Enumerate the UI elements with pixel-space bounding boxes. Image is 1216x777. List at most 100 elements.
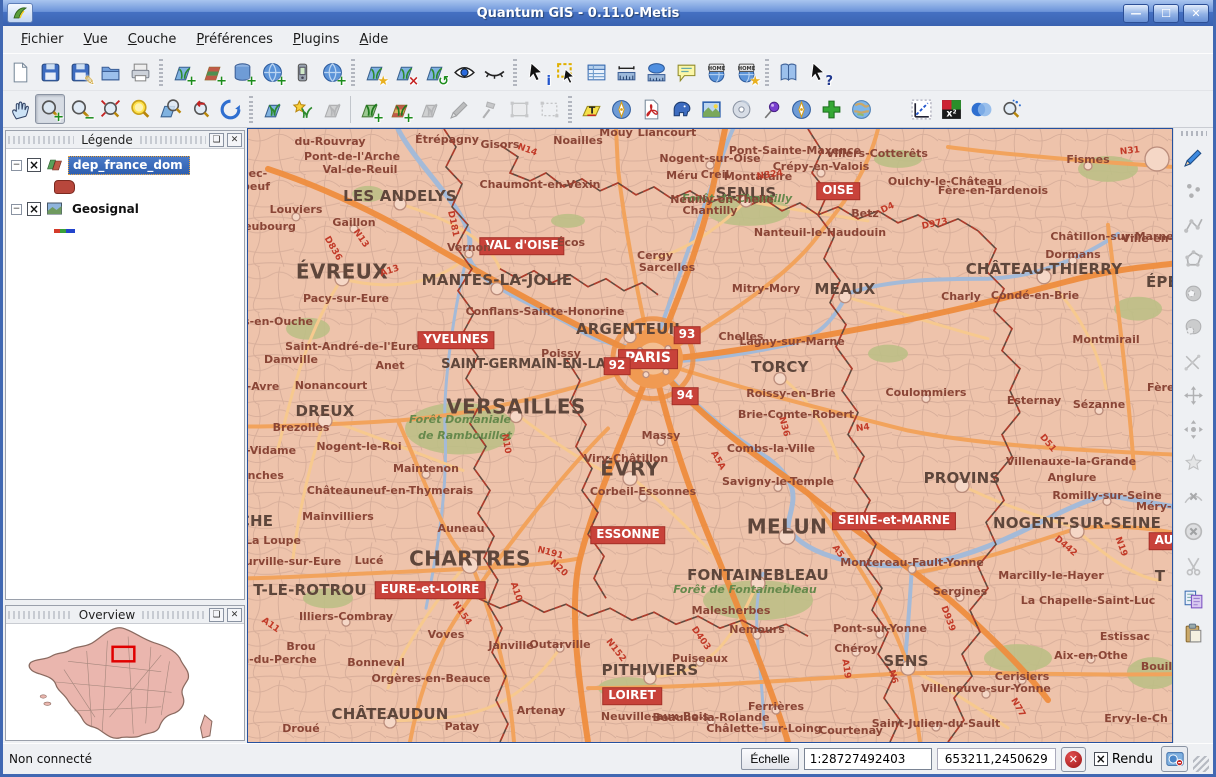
render-checkbox[interactable]: × Rendu xyxy=(1091,752,1156,767)
stop-render-button[interactable]: ✕ xyxy=(1061,747,1086,772)
add-wms-layer-button[interactable]: + xyxy=(257,57,287,87)
layer-name[interactable]: Geosignal xyxy=(68,201,145,218)
capture-point-button[interactable] xyxy=(1179,177,1209,206)
overview-title-bar[interactable]: Overview ❏ ✕ xyxy=(6,606,244,624)
hide-all-layers-button[interactable] xyxy=(479,57,509,87)
grass-edit-layer-button[interactable] xyxy=(444,94,474,124)
save-project-as-button[interactable]: ✎ xyxy=(65,57,95,87)
menu-vue[interactable]: Vue xyxy=(74,27,118,52)
plugin-graph-button[interactable] xyxy=(906,94,936,124)
toggle-editing-button[interactable] xyxy=(1179,143,1209,172)
grass-add-vector-layer-button[interactable]: + xyxy=(354,94,384,124)
capture-polygon-button[interactable] xyxy=(1179,245,1209,274)
delete-selected-button[interactable] xyxy=(1179,517,1209,546)
plugin-add-layer-button[interactable] xyxy=(816,94,846,124)
tree-expander-icon[interactable]: − xyxy=(11,160,22,171)
layer-checkbox[interactable]: × xyxy=(27,158,41,172)
plugin-label-tool-button[interactable]: T xyxy=(576,94,606,124)
add-wfs-layer-button[interactable]: + xyxy=(317,57,347,87)
plugin-image-export-button[interactable] xyxy=(696,94,726,124)
raster-calculator-button[interactable]: x² xyxy=(936,94,966,124)
menu-couche[interactable]: Couche xyxy=(118,27,187,52)
add-ring-button[interactable] xyxy=(1179,279,1209,308)
split-features-button[interactable] xyxy=(1179,347,1209,376)
plugin-zoom-sparkle-button[interactable] xyxy=(996,94,1026,124)
cut-features-button[interactable] xyxy=(1179,551,1209,580)
menu-plugins[interactable]: Plugins xyxy=(283,27,350,52)
legend-layer-geosignal[interactable]: −× Geosignal xyxy=(8,197,242,221)
zoom-full-extent-button[interactable] xyxy=(95,94,125,124)
legend-title-bar[interactable]: Légende ❏ ✕ xyxy=(6,131,244,149)
grass-edit-region-button[interactable] xyxy=(474,94,504,124)
overview-drag-handle[interactable] xyxy=(8,611,72,619)
maximize-button[interactable]: ☐ xyxy=(1153,4,1179,23)
tree-expander-icon[interactable]: − xyxy=(11,204,22,215)
delete-vertex-button[interactable] xyxy=(1179,483,1209,512)
plugin-mapserver-export-button[interactable] xyxy=(666,94,696,124)
refresh-map-button[interactable] xyxy=(215,94,245,124)
show-all-layers-button[interactable] xyxy=(449,57,479,87)
overview-float-button[interactable]: ❏ xyxy=(209,608,224,622)
whats-this-button[interactable]: ? xyxy=(803,57,833,87)
layer-checkbox[interactable]: × xyxy=(27,202,41,216)
zoom-last-button[interactable] xyxy=(185,94,215,124)
right-toolbar-grip[interactable] xyxy=(1181,131,1207,136)
legend-float-button[interactable]: ❏ xyxy=(209,133,224,147)
add-to-overview-button[interactable]: ↺ xyxy=(419,57,449,87)
help-contents-button[interactable] xyxy=(773,57,803,87)
grass-add-raster-layer-button[interactable]: + xyxy=(384,94,414,124)
plugin-quick-print-pdf-button[interactable] xyxy=(636,94,666,124)
plugin-globe-button[interactable] xyxy=(846,94,876,124)
new-bookmark-button[interactable]: HOME★ xyxy=(731,57,761,87)
capture-line-button[interactable] xyxy=(1179,211,1209,240)
zoom-out-button[interactable]: − xyxy=(65,94,95,124)
open-attribute-table-button[interactable] xyxy=(581,57,611,87)
select-features-button[interactable] xyxy=(551,57,581,87)
zoom-to-selection-button[interactable] xyxy=(125,94,155,124)
close-button[interactable]: ✕ xyxy=(1183,4,1209,23)
zoom-to-layer-button[interactable] xyxy=(155,94,185,124)
title-bar[interactable]: Quantum GIS - 0.11.0-Metis — ☐ ✕ xyxy=(3,0,1213,26)
map-tips-button[interactable] xyxy=(671,57,701,87)
identify-features-button[interactable]: i xyxy=(521,57,551,87)
grass-open-tools-button[interactable] xyxy=(414,94,444,124)
open-project-button[interactable] xyxy=(95,57,125,87)
resize-grip[interactable] xyxy=(1193,756,1209,772)
overview-drag-handle-2[interactable] xyxy=(142,611,206,619)
remove-layer-button[interactable]: × xyxy=(389,57,419,87)
paste-features-button[interactable] xyxy=(1179,619,1209,648)
scale-button[interactable]: Échelle xyxy=(741,748,798,770)
legend-layer-dep-france-dom[interactable]: −× dep_france_dom xyxy=(8,153,242,177)
save-project-button[interactable] xyxy=(35,57,65,87)
add-island-button[interactable] xyxy=(1179,313,1209,342)
menu-pr-f-rences[interactable]: Préférences xyxy=(186,27,282,52)
add-vector-layer-button[interactable]: + xyxy=(167,57,197,87)
grass-region-edit-box-button[interactable] xyxy=(534,94,564,124)
legend-close-button[interactable]: ✕ xyxy=(227,133,242,147)
layer-name[interactable]: dep_france_dom xyxy=(68,156,190,175)
add-vertex-button[interactable] xyxy=(1179,449,1209,478)
move-vertex-button[interactable] xyxy=(1179,415,1209,444)
gps-tools-button[interactable] xyxy=(287,57,317,87)
legend-drag-handle[interactable] xyxy=(8,136,74,144)
scale-input[interactable] xyxy=(804,748,932,770)
measure-area-button[interactable] xyxy=(641,57,671,87)
plugin-compass-2-button[interactable] xyxy=(786,94,816,124)
new-project-button[interactable] xyxy=(5,57,35,87)
new-vector-layer-button[interactable]: ★ xyxy=(359,57,389,87)
add-raster-layer-button[interactable]: + xyxy=(197,57,227,87)
print-map-button[interactable] xyxy=(125,57,155,87)
measure-line-button[interactable] xyxy=(611,57,641,87)
grass-new-mapset-button[interactable] xyxy=(287,94,317,124)
map-canvas[interactable]: ÉVREUXVERSAILLESÉVRYCHARTRESMELUNLES AND… xyxy=(247,128,1173,743)
menu-aide[interactable]: Aide xyxy=(349,27,398,52)
show-bookmarks-button[interactable]: HOME xyxy=(701,57,731,87)
grass-open-mapset-button[interactable] xyxy=(257,94,287,124)
move-feature-button[interactable] xyxy=(1179,381,1209,410)
legend-drag-handle-2[interactable] xyxy=(140,136,206,144)
overview-map[interactable] xyxy=(6,624,244,740)
plugin-coordinate-capture-button[interactable] xyxy=(756,94,786,124)
plugin-north-arrow-button[interactable] xyxy=(606,94,636,124)
add-postgis-layer-button[interactable]: + xyxy=(227,57,257,87)
grass-close-mapset-button[interactable] xyxy=(317,94,347,124)
